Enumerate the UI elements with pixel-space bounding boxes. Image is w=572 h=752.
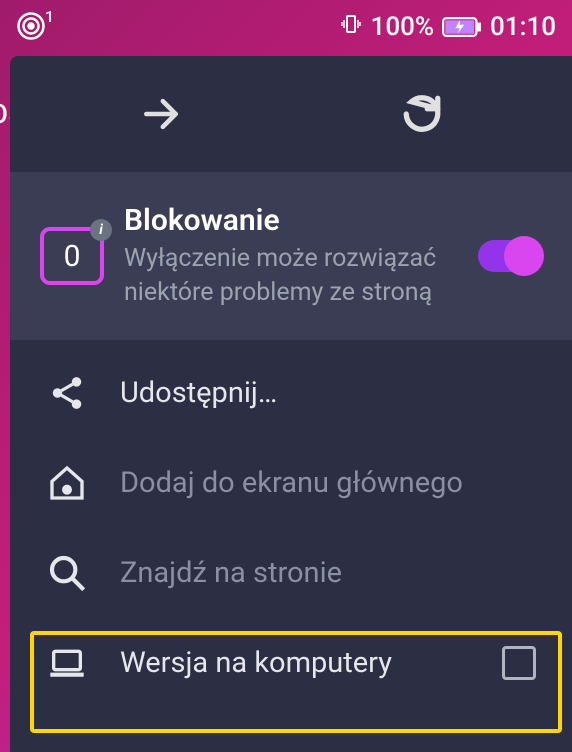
find-item[interactable]: Znajdź na stronie [10,528,572,618]
laptop-icon [46,642,88,684]
desktop-checkbox[interactable] [502,646,536,680]
add-home-item[interactable]: Dodaj do ekranu głównego [10,438,572,528]
blocking-text: Blokowanie Wyłączenie może rozwiązać nie… [124,203,458,310]
menu-list: Udostępnij… Dodaj do ekranu głównego Zna… [10,340,572,716]
hotspot-badge: 1 [45,7,54,26]
home-icon [46,462,88,504]
nav-row [10,56,572,172]
forward-button[interactable] [137,90,185,138]
vibrate-icon [339,12,363,43]
desktop-item[interactable]: Wersja na komputery [10,618,572,708]
share-item[interactable]: Udostępnij… [10,348,572,438]
add-home-label: Dodaj do ekranu głównego [120,466,536,500]
search-icon [46,552,88,594]
toggle-knob [504,236,544,276]
blocking-count: 0 [64,239,81,274]
share-label: Udostępnij… [120,376,536,410]
blocking-section[interactable]: 0 i Blokowanie Wyłączenie może rozwiązać… [10,172,572,340]
blocking-subtitle: Wyłączenie może rozwiązać niektóre probl… [124,242,458,310]
context-menu-panel: 0 i Blokowanie Wyłączenie może rozwiązać… [10,56,572,752]
blocking-counter: 0 i [40,227,104,285]
hotspot-icon: 1 [16,11,48,43]
battery-percentage: 100% [371,12,434,42]
battery-icon [442,17,482,37]
desktop-label: Wersja na komputery [120,646,470,680]
find-label: Znajdź na stronie [120,556,536,590]
status-right: 100% 01:10 [339,12,556,43]
clock: 01:10 [490,12,556,42]
blocking-toggle[interactable] [478,240,542,272]
info-icon: i [90,219,112,241]
status-bar: 1 100% 01:10 [0,0,572,54]
reload-button[interactable] [398,90,446,138]
share-icon [46,372,88,414]
status-left: 1 [16,11,48,43]
blocking-title: Blokowanie [124,203,458,238]
